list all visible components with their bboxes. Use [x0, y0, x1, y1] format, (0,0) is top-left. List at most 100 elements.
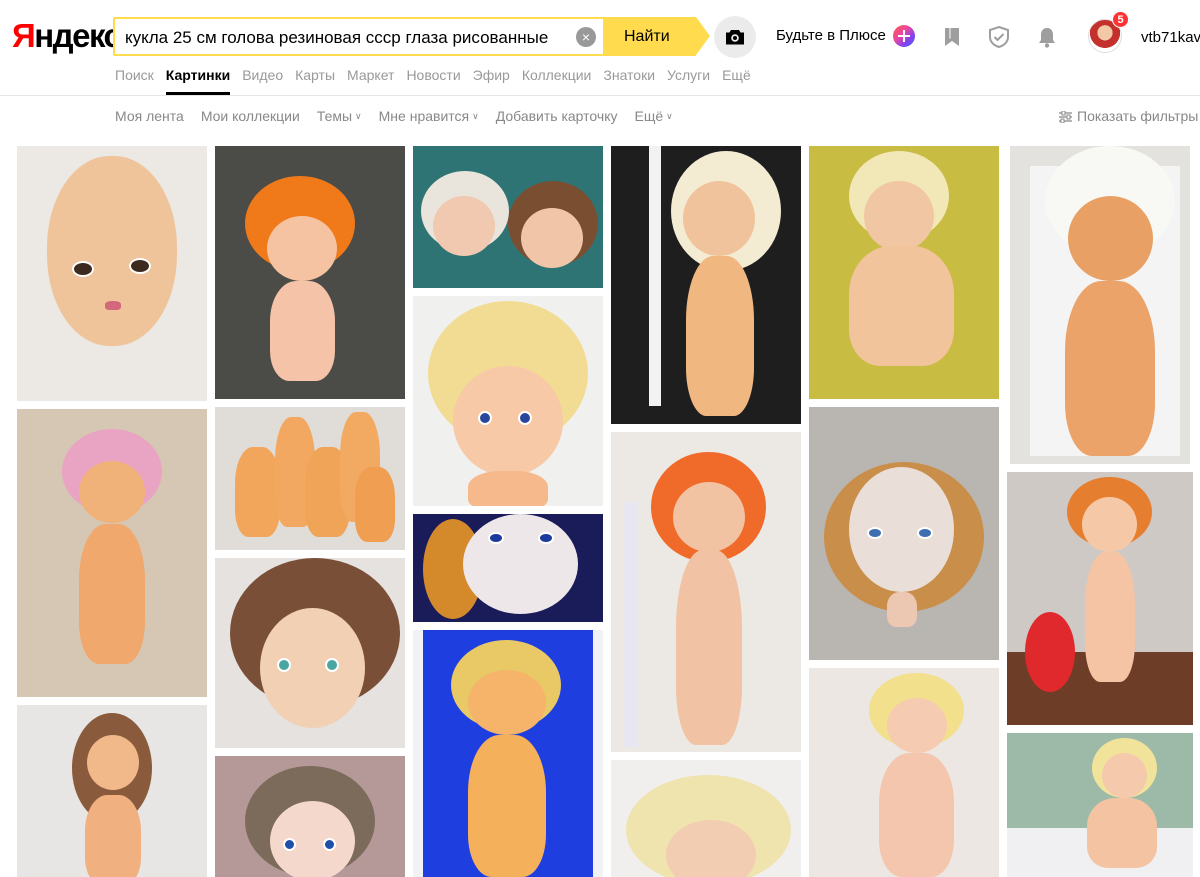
tab-more[interactable]: Ещё	[722, 66, 751, 96]
image-thumbnail[interactable]	[17, 409, 207, 697]
doll-head-image	[87, 735, 139, 790]
doll-eye	[277, 658, 291, 672]
sliders-icon	[1059, 110, 1072, 124]
tab-video[interactable]: Видео	[242, 66, 283, 96]
service-tabs: Поиск Картинки Видео Карты Маркет Новост…	[115, 66, 763, 96]
show-filters-button[interactable]: Показать фильтры	[1059, 107, 1198, 125]
tab-services[interactable]: Услуги	[667, 66, 710, 96]
doll-body-image	[468, 735, 546, 877]
doll-head-image	[47, 156, 177, 346]
doll-eye	[72, 261, 94, 277]
image-thumbnail[interactable]	[809, 668, 999, 877]
camera-icon[interactable]	[714, 16, 756, 58]
search-input[interactable]: кукла 25 см голова резиновая ссср глаза …	[125, 26, 573, 50]
doll-head-image	[849, 467, 954, 592]
shield-icon[interactable]	[988, 26, 1010, 48]
doll-head-image	[1068, 196, 1153, 281]
doll-neck-image	[887, 592, 917, 627]
doll-eye	[867, 527, 883, 539]
doll-body-image	[1085, 552, 1135, 682]
header: Яндекс кукла 25 см голова резиновая ссср…	[0, 0, 1200, 96]
image-thumbnail[interactable]	[413, 146, 603, 288]
image-thumbnail[interactable]	[1010, 146, 1190, 464]
doll-head-image	[267, 216, 337, 281]
search-button[interactable]: Найти	[603, 17, 710, 56]
doll-eye	[129, 258, 151, 274]
image-thumbnail[interactable]	[17, 705, 207, 877]
doll-body-image	[686, 256, 754, 416]
chevron-down-icon: ∨	[666, 111, 673, 121]
doll-group-image	[235, 447, 280, 537]
doll-head-image	[260, 608, 365, 728]
plus-icon[interactable]	[893, 25, 915, 47]
plus-link[interactable]: Будьте в Плюсе	[776, 27, 886, 45]
tab-experts[interactable]: Знатоки	[603, 66, 655, 96]
images-subnav: Моя лента Мои коллекции Темы ∨ Мне нравит…	[115, 107, 690, 127]
doll-body-image	[468, 471, 548, 506]
doll-head-image	[468, 670, 546, 735]
image-thumbnail[interactable]	[809, 407, 999, 660]
tab-efir[interactable]: Эфир	[473, 66, 510, 96]
image-thumbnail[interactable]	[611, 432, 801, 752]
subnav-add-card[interactable]: Добавить карточку	[496, 107, 618, 127]
doll-eye	[323, 838, 336, 851]
image-thumbnail[interactable]	[611, 760, 801, 877]
doll-head-image	[79, 461, 145, 523]
subnav-themes[interactable]: Темы ∨	[317, 107, 362, 127]
doll-head-image	[453, 366, 563, 476]
tab-market[interactable]: Маркет	[347, 66, 394, 96]
measuring-tape	[623, 502, 637, 747]
matryoshka-toy	[1025, 612, 1075, 692]
tab-maps[interactable]: Карты	[295, 66, 335, 96]
username[interactable]: vtb71kav	[1141, 29, 1200, 47]
image-thumbnail[interactable]	[611, 146, 801, 424]
image-thumbnail[interactable]	[17, 146, 207, 401]
search-box: кукла 25 см голова резиновая ссср глаза …	[113, 17, 710, 56]
image-thumbnail[interactable]	[1007, 472, 1193, 725]
image-thumbnail[interactable]	[413, 630, 603, 877]
doll-eye	[538, 532, 554, 544]
image-thumbnail[interactable]	[215, 146, 405, 399]
doll-body-image	[270, 281, 335, 381]
tab-search[interactable]: Поиск	[115, 66, 154, 96]
doll-body-image	[849, 246, 954, 366]
image-thumbnail[interactable]	[215, 558, 405, 748]
image-thumbnail[interactable]	[215, 756, 405, 877]
image-thumbnail[interactable]	[215, 407, 405, 550]
image-thumbnail[interactable]	[413, 514, 603, 622]
doll-head-image	[887, 698, 947, 753]
doll-eye	[283, 838, 296, 851]
image-thumbnail[interactable]	[809, 146, 999, 399]
tab-collections[interactable]: Коллекции	[522, 66, 592, 96]
doll-group-image	[355, 467, 395, 542]
doll-head-image	[864, 181, 934, 251]
doll-body-image	[1087, 798, 1157, 868]
doll-head-image	[463, 514, 578, 614]
doll-eye	[518, 411, 532, 425]
doll-body-image	[1065, 281, 1155, 456]
bookmark-icon[interactable]	[941, 26, 963, 48]
tab-images[interactable]: Картинки	[165, 66, 231, 96]
doll-head-image	[673, 482, 745, 552]
doll-body-image	[85, 795, 141, 877]
subnav-my-feed[interactable]: Моя лента	[115, 107, 184, 127]
measuring-tape	[649, 146, 661, 406]
yandex-logo[interactable]: Яндекс	[12, 18, 122, 54]
chevron-down-icon: ∨	[355, 111, 362, 121]
doll-eye	[917, 527, 933, 539]
subnav-more[interactable]: Ещё ∨	[634, 107, 672, 127]
doll-head-image	[270, 801, 355, 877]
subnav-likes[interactable]: Мне нравится ∨	[379, 107, 479, 127]
doll-body-image	[676, 550, 742, 745]
doll-eye	[325, 658, 339, 672]
image-thumbnail[interactable]	[413, 296, 603, 506]
doll-body-image	[879, 753, 954, 877]
tab-news[interactable]: Новости	[406, 66, 460, 96]
doll-head-image	[683, 181, 755, 256]
subnav-my-collections[interactable]: Мои коллекции	[201, 107, 300, 127]
bell-icon[interactable]	[1036, 26, 1058, 48]
image-thumbnail[interactable]	[1007, 733, 1193, 877]
clear-search-icon[interactable]: ×	[576, 27, 596, 47]
doll-head-image	[521, 208, 583, 268]
doll-head-image	[433, 196, 495, 256]
